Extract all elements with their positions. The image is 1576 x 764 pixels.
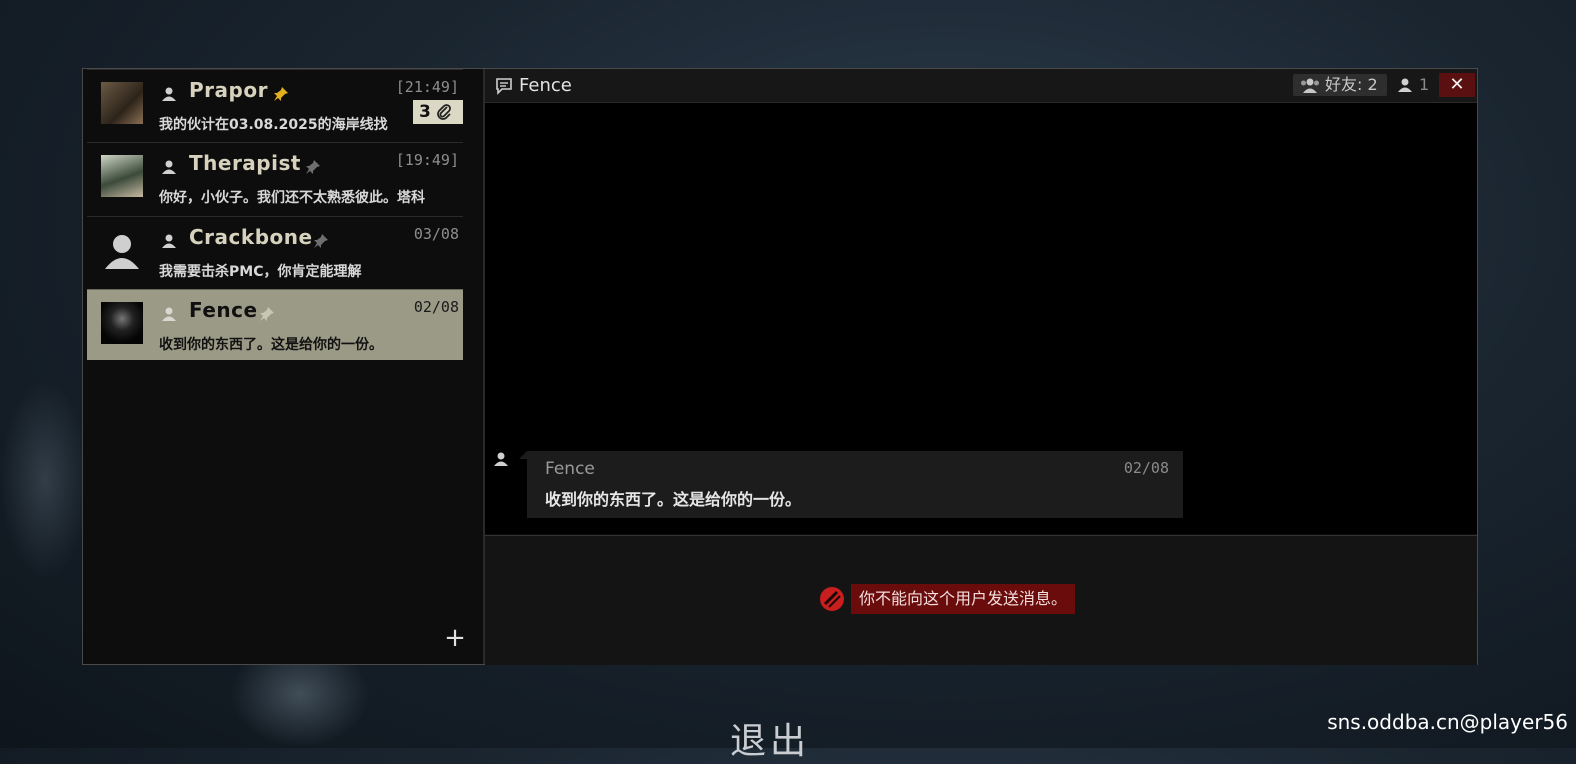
- dialog-item-therapist[interactable]: Therapist [19:49] 你好，小伙子。我们还不太熟悉彼此。塔科: [87, 142, 463, 213]
- dialog-preview: 收到你的东西了。这是给你的一份。: [159, 337, 383, 353]
- person-icon: [1398, 78, 1412, 92]
- chat-panel: Fence 好友: 2 1 ✕ Fence 02/08 收到你的东西了。这是给你…: [483, 69, 1477, 665]
- dialog-preview: 我需要击杀PMC，你肯定能理解: [159, 264, 362, 280]
- attachment-badge[interactable]: 3: [413, 100, 463, 124]
- pin-icon[interactable]: [305, 159, 321, 175]
- messenger-window: Prapor [21:49] 我的伙计在03.08.2025的海岸线找 3 Th…: [82, 68, 1478, 665]
- message-time: 02/08: [1123, 459, 1169, 477]
- avatar: [101, 302, 143, 344]
- message-sender: Fence: [545, 459, 595, 479]
- dialog-item-prapor[interactable]: Prapor [21:49] 我的伙计在03.08.2025的海岸线找 3: [87, 69, 463, 140]
- pin-icon[interactable]: [313, 233, 329, 249]
- default-avatar-icon: [105, 235, 139, 269]
- pin-icon[interactable]: [273, 86, 289, 102]
- friends-button[interactable]: 好友: 2: [1293, 74, 1387, 96]
- person-icon: [162, 160, 176, 174]
- chat-bubble-icon: [496, 78, 512, 95]
- exit-button[interactable]: 退出: [730, 712, 810, 764]
- dialog-name: Fence: [189, 298, 258, 322]
- message-input-area: 你不能向这个用户发送消息。: [485, 535, 1477, 665]
- dialog-item-crackbone[interactable]: Crackbone 03/08 我需要击杀PMC，你肯定能理解: [87, 216, 463, 287]
- blocked-icon: [820, 587, 844, 611]
- message-area[interactable]: Fence 02/08 收到你的东西了。这是给你的一份。: [485, 103, 1477, 534]
- chat-header: Fence 好友: 2 1 ✕: [485, 69, 1477, 103]
- dialog-time: 03/08: [413, 225, 459, 243]
- pin-icon[interactable]: [259, 306, 275, 322]
- members-count-value: 1: [1419, 75, 1430, 94]
- blocked-notice: 你不能向这个用户发送消息。: [851, 584, 1076, 614]
- add-dialog-button[interactable]: +: [443, 625, 467, 651]
- person-icon: [162, 234, 176, 248]
- dialog-time: [21:49]: [395, 78, 459, 96]
- dialog-name: Therapist: [189, 151, 301, 175]
- dialog-name: Crackbone: [189, 225, 313, 249]
- friends-count-label: 好友: 2: [1325, 75, 1378, 94]
- person-icon: [162, 307, 176, 321]
- message-bubble: Fence 02/08 收到你的东西了。这是给你的一份。: [519, 451, 1183, 518]
- avatar: [101, 82, 143, 124]
- dialog-list: Prapor [21:49] 我的伙计在03.08.2025的海岸线找 3 Th…: [83, 69, 481, 664]
- dialog-item-fence[interactable]: Fence 02/08 收到你的东西了。这是给你的一份。: [87, 289, 463, 360]
- message-text: 收到你的东西了。这是给你的一份。: [545, 490, 802, 509]
- person-icon: [162, 87, 176, 101]
- members-count: 1: [1397, 74, 1429, 96]
- friends-icon: [1301, 78, 1319, 93]
- chat-title: Fence: [519, 75, 572, 96]
- attachment-count: 3: [419, 102, 431, 122]
- dialog-time: [19:49]: [395, 151, 459, 169]
- avatar: [101, 155, 143, 197]
- person-icon: [494, 452, 508, 466]
- watermark: sns.oddba.cn@player56: [1327, 710, 1568, 734]
- paperclip-icon: [436, 104, 451, 120]
- background-light-left: [0, 380, 90, 580]
- dialog-name: Prapor: [189, 78, 268, 102]
- dialog-time: 02/08: [413, 298, 459, 316]
- dialog-preview: 你好，小伙子。我们还不太熟悉彼此。塔科: [159, 190, 425, 206]
- close-button[interactable]: ✕: [1439, 73, 1475, 97]
